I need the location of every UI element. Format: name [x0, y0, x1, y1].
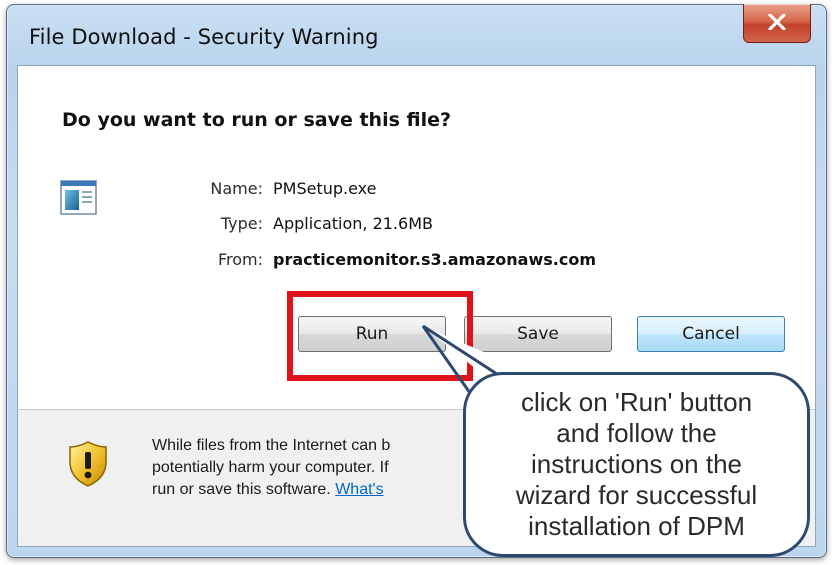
run-button-highlight	[287, 291, 473, 381]
dialog-question: Do you want to run or save this file?	[62, 109, 452, 131]
title-bar[interactable]: File Download - Security Warning	[7, 4, 826, 67]
name-label: Name:	[210, 179, 263, 198]
type-label: Type:	[220, 214, 263, 233]
from-label: From:	[217, 250, 263, 269]
application-file-icon	[60, 180, 97, 215]
shield-warning-icon	[69, 441, 107, 487]
warning-line-1: While files from the Internet can b	[152, 437, 391, 454]
close-button[interactable]	[743, 4, 811, 43]
cancel-button[interactable]: Cancel	[637, 316, 785, 352]
warning-line-3: run or save this software. What's	[152, 479, 482, 501]
name-value: PMSetup.exe	[273, 179, 377, 198]
save-button[interactable]: Save	[464, 316, 612, 352]
warning-line-3-text: run or save this software.	[152, 481, 336, 498]
close-x-icon	[768, 14, 786, 30]
window-title: File Download - Security Warning	[29, 25, 379, 49]
instruction-callout: click on 'Run' button and follow the ins…	[463, 372, 810, 557]
whats-the-risk-link[interactable]: What's	[335, 481, 383, 498]
type-value: Application, 21.6MB	[273, 214, 433, 233]
from-value: practicemonitor.s3.amazonaws.com	[273, 250, 596, 269]
warning-line-2: potentially harm your computer. If	[152, 459, 389, 476]
security-warning-text: While files from the Internet can b pote…	[152, 435, 482, 501]
